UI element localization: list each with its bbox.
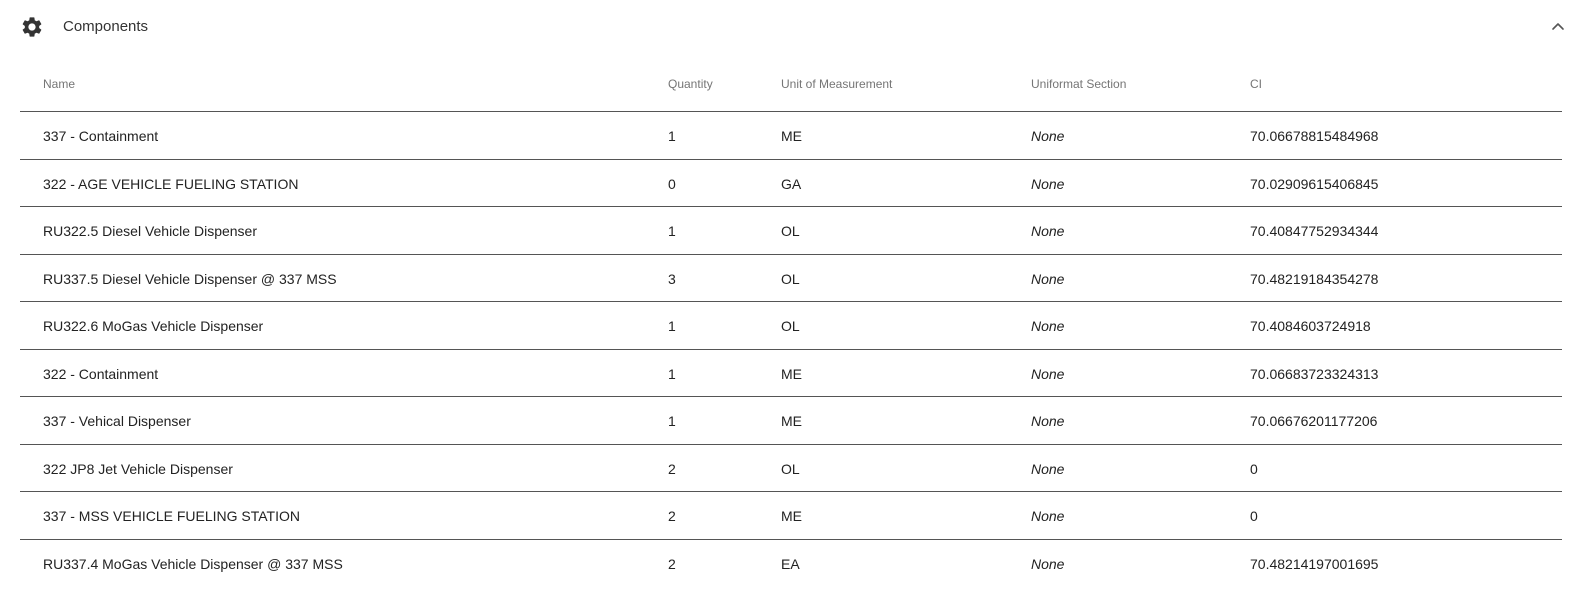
column-header-uniformat[interactable]: Uniformat Section [1031,76,1126,92]
cell-unit: ME [781,365,802,382]
cell-ci: 0 [1250,508,1258,524]
table-row[interactable]: RU322.5 Diesel Vehicle Dispenser 1 OL No… [20,207,1562,255]
cell-unit: GA [781,175,802,192]
cell-quantity: 2 [668,555,676,572]
cell-uniformat: None [1031,508,1065,524]
cell-uniformat: None [1031,365,1065,382]
column-header-ci[interactable]: CI [1250,76,1262,92]
cell-quantity: 3 [668,270,676,287]
cell-name: 322 - Containment [43,365,159,382]
column-header-name[interactable]: Name [43,76,75,92]
cell-name: 337 - MSS VEHICLE FUELING STATION [43,508,300,524]
cell-quantity: 1 [668,223,676,239]
cell-ci: 70.02909615406845 [1250,175,1379,192]
table-row[interactable]: 337 - Vehical Dispenser 1 ME None 70.066… [20,397,1562,445]
cell-quantity: 1 [668,128,676,144]
table-row[interactable]: 337 - Containment 1 ME None 70.066788154… [20,112,1562,160]
cell-ci: 70.48219184354278 [1250,270,1379,287]
cell-unit: ME [781,128,802,144]
cell-ci: 70.48214197001695 [1250,555,1379,572]
cell-unit: ME [781,508,802,524]
cell-uniformat: None [1031,555,1065,572]
table-header-row: Name Quantity Unit of Measurement Unifor… [20,60,1562,112]
cell-name: 322 - AGE VEHICLE FUELING STATION [43,175,299,192]
cell-ci: 70.06678815484968 [1250,128,1379,144]
gear-icon [22,17,42,37]
cell-unit: OL [781,223,800,239]
cell-ci: 0 [1250,460,1258,477]
cell-name: RU337.5 Diesel Vehicle Dispenser @ 337 M… [43,270,337,287]
cell-quantity: 2 [668,508,676,524]
components-panel-header[interactable]: Components [0,0,1584,54]
cell-unit: OL [781,318,800,334]
chevron-up-icon[interactable] [1548,16,1568,36]
table-row[interactable]: 337 - MSS VEHICLE FUELING STATION 2 ME N… [20,492,1562,540]
cell-name: RU322.6 MoGas Vehicle Dispenser [43,318,264,334]
cell-name: 337 - Containment [43,128,159,144]
table-row[interactable]: 322 JP8 Jet Vehicle Dispenser 2 OL None … [20,445,1562,492]
cell-uniformat: None [1031,128,1065,144]
cell-ci: 70.06676201177206 [1250,413,1378,429]
components-table: Name Quantity Unit of Measurement Unifor… [20,60,1562,586]
panel-title: Components [63,18,149,35]
cell-quantity: 1 [668,365,676,382]
table-row[interactable]: RU337.5 Diesel Vehicle Dispenser @ 337 M… [20,255,1562,302]
column-header-quantity[interactable]: Quantity [668,76,713,92]
cell-quantity: 0 [668,175,676,192]
column-header-unit[interactable]: Unit of Measurement [781,76,892,92]
cell-name: RU337.4 MoGas Vehicle Dispenser @ 337 MS… [43,555,343,572]
cell-unit: EA [781,555,800,572]
cell-uniformat: None [1031,413,1065,429]
components-panel: Components Name Quantity Unit of Measure… [0,0,1584,590]
table-row[interactable]: 322 - Containment 1 ME None 70.066837233… [20,350,1562,397]
table-row[interactable]: RU322.6 MoGas Vehicle Dispenser 1 OL Non… [20,302,1562,350]
cell-uniformat: None [1031,318,1065,334]
cell-name: RU322.5 Diesel Vehicle Dispenser [43,223,257,239]
cell-unit: OL [781,460,800,477]
cell-name: 322 JP8 Jet Vehicle Dispenser [43,460,233,477]
table-row[interactable]: 322 - AGE VEHICLE FUELING STATION 0 GA N… [20,160,1562,207]
cell-uniformat: None [1031,460,1065,477]
cell-quantity: 2 [668,460,676,477]
cell-unit: ME [781,413,802,429]
cell-quantity: 1 [668,318,676,334]
cell-ci: 70.06683723324313 [1250,365,1379,382]
cell-uniformat: None [1031,270,1065,287]
table-row[interactable]: RU337.4 MoGas Vehicle Dispenser @ 337 MS… [20,540,1562,587]
cell-ci: 70.4084603724918 [1250,318,1371,334]
cell-ci: 70.40847752934344 [1250,223,1379,239]
cell-uniformat: None [1031,223,1065,239]
cell-name: 337 - Vehical Dispenser [43,413,191,429]
cell-unit: OL [781,270,800,287]
cell-quantity: 1 [668,413,676,429]
cell-uniformat: None [1031,175,1065,192]
